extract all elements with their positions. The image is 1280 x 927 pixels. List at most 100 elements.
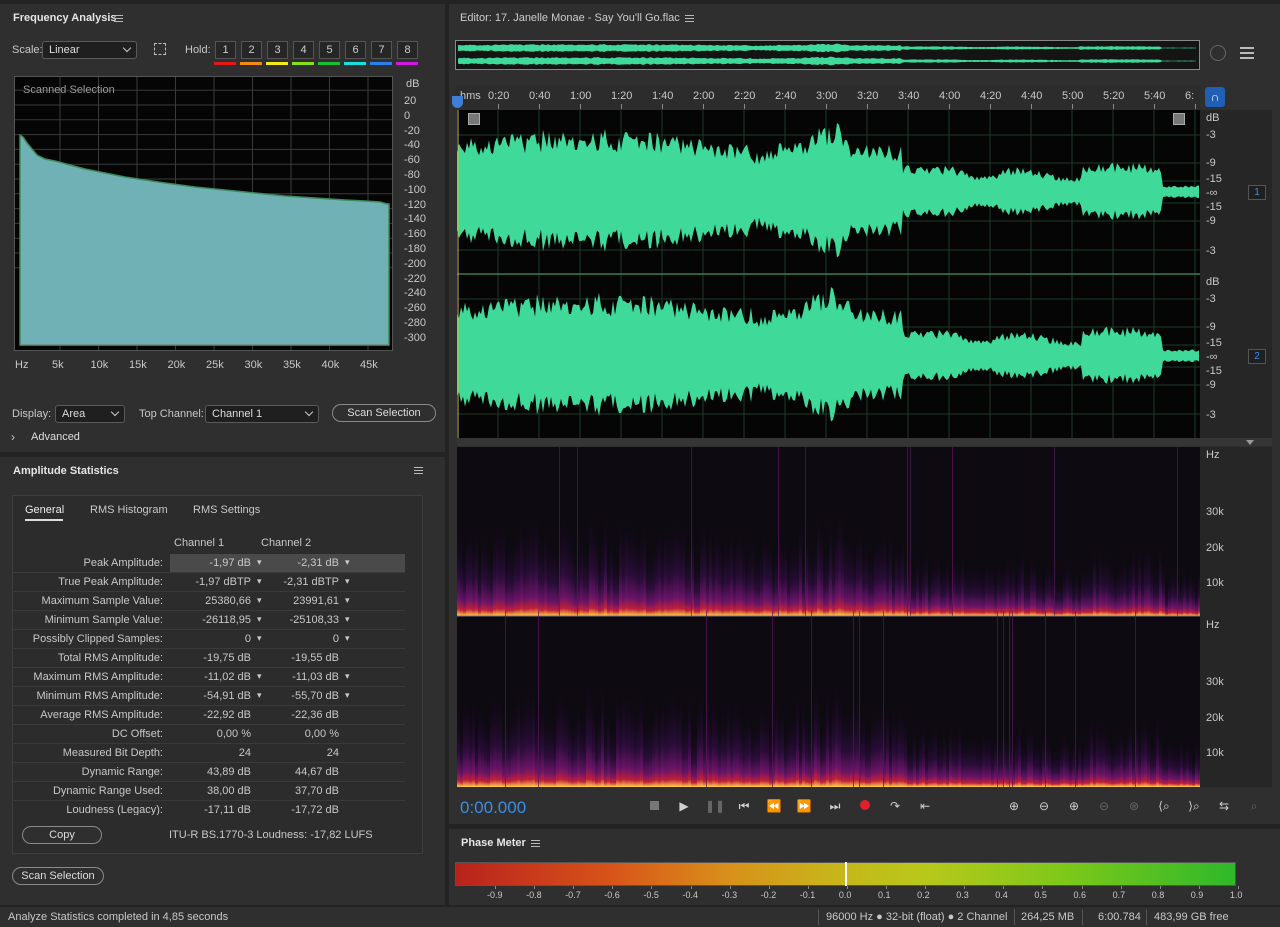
spec-freq-label: 20k bbox=[1206, 542, 1224, 554]
top-channel-label: Top Channel: bbox=[139, 408, 204, 420]
display-dropdown[interactable]: Area bbox=[55, 405, 125, 423]
marker-icon[interactable]: ▾ bbox=[345, 595, 350, 606]
hold-button-3[interactable]: 3 bbox=[267, 41, 288, 59]
marker-icon[interactable]: ▾ bbox=[345, 557, 350, 568]
db-tick-label: -280 bbox=[404, 317, 427, 329]
fade-out-handle-icon[interactable] bbox=[1173, 113, 1185, 125]
channel-1-badge[interactable]: 1 bbox=[1248, 185, 1266, 200]
stats-table-container: Peak Amplitude: -1,97 dB -2,31 dB ▾ ▾ True Pe… bbox=[0, 554, 445, 815]
stat-value-channel-2: -55,70 dB bbox=[291, 690, 339, 702]
db-tick-label: -220 bbox=[404, 272, 427, 285]
db-tick-label: -60 bbox=[404, 154, 420, 167]
skip-previous-button[interactable]: ⏮ bbox=[735, 797, 753, 815]
record-button[interactable] bbox=[856, 797, 874, 815]
time-tick bbox=[1031, 104, 1032, 109]
splitter-bar[interactable] bbox=[457, 438, 1272, 446]
stat-row: Loudness (Legacy): -17,11 dB -17,72 dB bbox=[13, 801, 405, 815]
channel-2-badge[interactable]: 2 bbox=[1248, 349, 1266, 364]
tab-rms-settings[interactable]: RMS Settings bbox=[193, 504, 260, 516]
marker-icon[interactable]: ▾ bbox=[345, 614, 350, 625]
play-button[interactable]: ▶ bbox=[675, 797, 693, 815]
hold-button-1[interactable]: 1 bbox=[215, 41, 236, 59]
frequency-panel-menu-icon[interactable] bbox=[114, 15, 123, 22]
stat-value-channel-2: 0 bbox=[332, 633, 339, 645]
column-header-channel-1: Channel 1 bbox=[174, 537, 225, 549]
view-list-icon[interactable] bbox=[1240, 47, 1254, 59]
pause-button[interactable]: ❚❚ bbox=[705, 797, 725, 815]
phase-tick bbox=[886, 886, 887, 889]
hold-color-swatch bbox=[292, 62, 314, 65]
hold-button-8[interactable]: 8 bbox=[397, 41, 418, 59]
fast-forward-button[interactable]: ⏩ bbox=[795, 797, 813, 815]
tab-general[interactable]: General bbox=[25, 504, 64, 516]
zoom-in-right-icon[interactable]: ⟩⌕ bbox=[1183, 797, 1205, 815]
top-channel-dropdown[interactable]: Channel 1 bbox=[205, 405, 319, 423]
marquee-select-icon[interactable] bbox=[154, 43, 166, 55]
amplitude-panel-menu-icon[interactable] bbox=[414, 467, 423, 474]
advanced-chevron-icon[interactable]: › bbox=[11, 430, 15, 444]
stat-value-channel-1: 24 bbox=[238, 747, 251, 759]
phase-panel-menu-icon[interactable] bbox=[531, 840, 540, 847]
stat-name: Loudness (Legacy): bbox=[66, 804, 163, 815]
hold-button-6[interactable]: 6 bbox=[345, 41, 366, 59]
marker-icon[interactable]: ▾ bbox=[257, 614, 262, 625]
zoom-in-amplitude-icon[interactable]: ⊕ bbox=[1003, 797, 1025, 815]
phase-tick-label: 0.8 bbox=[1151, 890, 1165, 900]
wave-db-label: -3 bbox=[1206, 245, 1216, 257]
marker-icon[interactable]: ▾ bbox=[257, 595, 262, 606]
marker-icon[interactable]: ▾ bbox=[257, 576, 262, 587]
zoom-navigator-icon[interactable] bbox=[1210, 45, 1226, 61]
phase-tick-label: 0.6 bbox=[1073, 890, 1087, 900]
stat-value-channel-1: -17,11 dB bbox=[204, 804, 251, 815]
marker-icon[interactable]: ▾ bbox=[257, 690, 262, 701]
skip-next-button[interactable]: ⏭ bbox=[826, 797, 844, 815]
marker-icon[interactable]: ▾ bbox=[345, 576, 350, 587]
hold-button-5[interactable]: 5 bbox=[319, 41, 340, 59]
advanced-toggle[interactable]: Advanced bbox=[31, 431, 80, 443]
hold-button-7[interactable]: 7 bbox=[371, 41, 392, 59]
hold-button-4[interactable]: 4 bbox=[293, 41, 314, 59]
time-tick-label: 2:20 bbox=[734, 90, 756, 102]
freq-scan-selection-button[interactable]: Scan Selection bbox=[332, 404, 436, 422]
time-tick-label: 4:00 bbox=[939, 90, 961, 102]
wave-db-label: -9 bbox=[1206, 157, 1216, 169]
editor-panel-menu-icon[interactable] bbox=[685, 15, 694, 22]
zoom-in-time-icon[interactable]: ⊕ bbox=[1063, 797, 1085, 815]
skip-selection-button[interactable]: ⇤ bbox=[916, 797, 934, 815]
rewind-button[interactable]: ⏪ bbox=[765, 797, 783, 815]
amp-scan-selection-button[interactable]: Scan Selection bbox=[12, 867, 104, 885]
copy-button[interactable]: Copy bbox=[22, 826, 102, 844]
db-tick-label: -180 bbox=[404, 243, 427, 255]
collapse-arrow-icon[interactable] bbox=[1246, 440, 1254, 445]
snap-magnet-icon[interactable]: ∩ bbox=[1205, 87, 1225, 107]
zoom-out-full-icon[interactable]: ⊖ bbox=[1093, 797, 1115, 815]
marker-icon[interactable]: ▾ bbox=[257, 633, 262, 644]
stop-button[interactable] bbox=[645, 797, 663, 815]
marker-icon[interactable]: ▾ bbox=[345, 671, 350, 682]
marker-icon[interactable]: ▾ bbox=[257, 671, 262, 682]
stat-row: Possibly Clipped Samples: 0 0 ▾ ▾ bbox=[13, 630, 405, 649]
playhead-marker[interactable] bbox=[452, 96, 463, 108]
zoom-selection-icon[interactable]: ⊛ bbox=[1123, 797, 1145, 815]
overview-waveform bbox=[458, 43, 1196, 66]
marker-icon[interactable]: ▾ bbox=[257, 557, 262, 568]
stat-value-channel-1: -11,02 dB bbox=[204, 671, 251, 683]
time-tick-label: 2:00 bbox=[693, 90, 715, 102]
zoom-in-left-icon[interactable]: ⟨⌕ bbox=[1153, 797, 1175, 815]
wave-db-label: -3 bbox=[1206, 409, 1216, 421]
scale-dropdown[interactable]: Linear bbox=[42, 41, 137, 59]
time-tick bbox=[744, 104, 745, 109]
marker-icon[interactable]: ▾ bbox=[345, 633, 350, 644]
phase-meter-title: Phase Meter bbox=[461, 837, 526, 849]
tab-rms-histogram[interactable]: RMS Histogram bbox=[90, 504, 168, 516]
zoom-reset-icon[interactable]: ⌕ bbox=[1243, 797, 1265, 815]
zoom-fit-icon[interactable]: ⇆ bbox=[1213, 797, 1235, 815]
amplitude-statistics-title: Amplitude Statistics bbox=[13, 465, 119, 477]
marker-icon[interactable]: ▾ bbox=[345, 690, 350, 701]
spec-freq-label: Hz bbox=[1206, 619, 1220, 631]
phase-tick-label: -0.8 bbox=[526, 890, 542, 900]
loop-playback-button[interactable]: ↷ bbox=[886, 797, 904, 815]
hold-button-2[interactable]: 2 bbox=[241, 41, 262, 59]
zoom-out-amplitude-icon[interactable]: ⊖ bbox=[1033, 797, 1055, 815]
fade-in-handle-icon[interactable] bbox=[468, 113, 480, 125]
